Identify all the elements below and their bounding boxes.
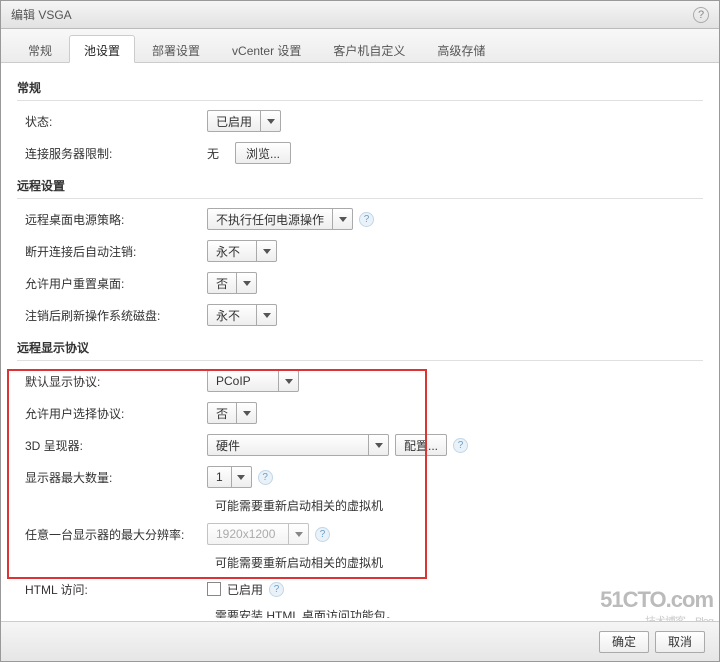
help-icon[interactable]: ? xyxy=(359,212,374,227)
row-status: 状态: 已启用 xyxy=(17,105,703,137)
label-logoff: 断开连接后自动注销: xyxy=(17,243,207,260)
label-status: 状态: xyxy=(17,113,207,130)
content-area: 常规 状态: 已启用 连接服务器限制: 无 浏览... 远程设置 远程桌面电源策… xyxy=(1,63,719,618)
row-max-monitors: 显示器最大数量: 1 ? xyxy=(17,461,703,493)
chevron-down-icon xyxy=(260,110,280,132)
chevron-down-icon xyxy=(368,434,388,456)
chevron-down-icon xyxy=(278,370,298,392)
row-refresh: 注销后刷新操作系统磁盘: 永不 xyxy=(17,299,703,331)
row-allow-select-proto: 允许用户选择协议: 否 xyxy=(17,397,703,429)
select-default-proto[interactable]: PCoIP xyxy=(207,370,299,392)
row-renderer: 3D 呈现器: 硬件 配置... ? xyxy=(17,429,703,461)
tab-advanced-storage[interactable]: 高级存储 xyxy=(422,35,500,62)
select-status[interactable]: 已启用 xyxy=(207,110,281,132)
chevron-down-icon xyxy=(231,466,251,488)
dialog-title: 编辑 VSGA xyxy=(11,6,72,23)
label-power: 远程桌面电源策略: xyxy=(17,211,207,228)
tab-deploy-settings[interactable]: 部署设置 xyxy=(137,35,215,62)
label-max-monitors: 显示器最大数量: xyxy=(17,469,207,486)
help-icon[interactable]: ? xyxy=(269,582,284,597)
hint-html: 需要安装 HTML 桌面访问功能包。 xyxy=(215,603,703,618)
chevron-down-icon xyxy=(256,240,276,262)
help-icon[interactable]: ? xyxy=(693,7,709,23)
row-conn-limit: 连接服务器限制: 无 浏览... xyxy=(17,137,703,169)
label-renderer: 3D 呈现器: xyxy=(17,437,207,454)
help-icon[interactable]: ? xyxy=(258,470,273,485)
label-default-proto: 默认显示协议: xyxy=(17,373,207,390)
tab-strip: 常规 池设置 部署设置 vCenter 设置 客户机自定义 高级存储 xyxy=(1,29,719,63)
chevron-down-icon xyxy=(332,208,352,230)
row-max-res: 任意一台显示器的最大分辨率: 1920x1200 ? xyxy=(17,518,703,550)
dialog-footer: 确定 取消 xyxy=(1,621,719,661)
tab-vcenter-settings[interactable]: vCenter 设置 xyxy=(217,35,316,62)
titlebar: 编辑 VSGA ? xyxy=(1,1,719,29)
row-logoff: 断开连接后自动注销: 永不 xyxy=(17,235,703,267)
select-logoff[interactable]: 永不 xyxy=(207,240,277,262)
browse-button[interactable]: 浏览... xyxy=(235,142,291,164)
dialog-edit-vsga: 编辑 VSGA ? 常规 池设置 部署设置 vCenter 设置 客户机自定义 … xyxy=(0,0,720,662)
checkbox-html-enabled[interactable] xyxy=(207,582,221,596)
section-remote-title: 远程设置 xyxy=(17,169,703,199)
section-general-title: 常规 xyxy=(17,71,703,101)
select-allow-select[interactable]: 否 xyxy=(207,402,257,424)
cancel-button[interactable]: 取消 xyxy=(655,631,705,653)
configure-button[interactable]: 配置... xyxy=(395,434,447,456)
select-refresh[interactable]: 永不 xyxy=(207,304,277,326)
select-allow-reset[interactable]: 否 xyxy=(207,272,257,294)
row-html-access: HTML 访问: 已启用 ? xyxy=(17,575,703,603)
tab-guest-custom[interactable]: 客户机自定义 xyxy=(318,35,420,62)
select-max-monitors[interactable]: 1 xyxy=(207,466,252,488)
tab-pool-settings[interactable]: 池设置 xyxy=(69,35,135,63)
row-default-proto: 默认显示协议: PCoIP xyxy=(17,365,703,397)
label-max-res: 任意一台显示器的最大分辨率: xyxy=(17,526,207,543)
row-power-policy: 远程桌面电源策略: 不执行任何电源操作 ? xyxy=(17,203,703,235)
section-display-title: 远程显示协议 xyxy=(17,331,703,361)
row-allow-reset: 允许用户重置桌面: 否 xyxy=(17,267,703,299)
ok-button[interactable]: 确定 xyxy=(599,631,649,653)
chevron-down-icon xyxy=(288,523,308,545)
label-html: HTML 访问: xyxy=(17,581,207,598)
hint-restart-2: 可能需要重新启动相关的虚拟机 xyxy=(215,550,703,575)
hint-restart-1: 可能需要重新启动相关的虚拟机 xyxy=(215,493,703,518)
label-allow-reset: 允许用户重置桌面: xyxy=(17,275,207,292)
help-icon[interactable]: ? xyxy=(315,527,330,542)
checkbox-label: 已启用 xyxy=(227,581,263,598)
select-renderer[interactable]: 硬件 xyxy=(207,434,389,456)
label-conn-limit: 连接服务器限制: xyxy=(17,145,207,162)
select-power[interactable]: 不执行任何电源操作 xyxy=(207,208,353,230)
label-refresh: 注销后刷新操作系统磁盘: xyxy=(17,307,207,324)
chevron-down-icon xyxy=(236,402,256,424)
select-max-res[interactable]: 1920x1200 xyxy=(207,523,309,545)
value-conn-limit: 无 xyxy=(207,145,219,162)
chevron-down-icon xyxy=(256,304,276,326)
tab-general[interactable]: 常规 xyxy=(13,35,67,62)
chevron-down-icon xyxy=(236,272,256,294)
label-allow-select: 允许用户选择协议: xyxy=(17,405,207,422)
help-icon[interactable]: ? xyxy=(453,438,468,453)
